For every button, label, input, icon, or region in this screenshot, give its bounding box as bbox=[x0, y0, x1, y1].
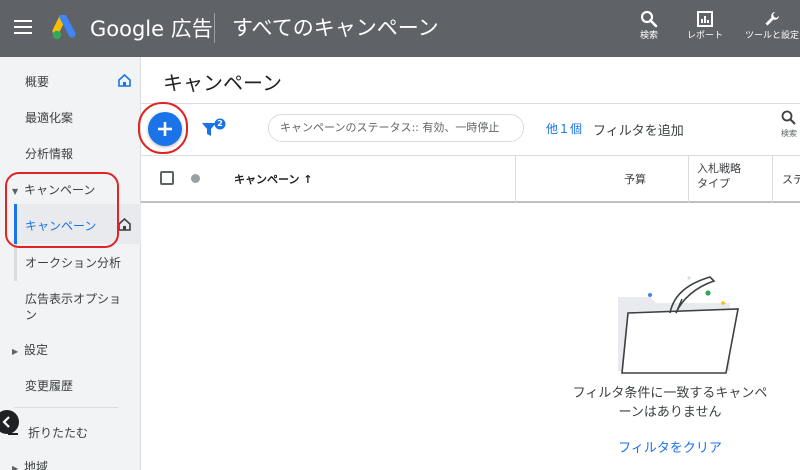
home-icon bbox=[118, 218, 131, 231]
sidebar-group-settings[interactable]: ▶ 設定 bbox=[0, 342, 141, 360]
column-header-bid-line1: 入札戦略 bbox=[697, 162, 741, 175]
header-tools-label: ツールと設定 bbox=[744, 31, 799, 41]
caret-right-icon: ▶ bbox=[12, 347, 19, 356]
column-separator bbox=[688, 156, 689, 202]
google-ads-logo-icon bbox=[52, 15, 76, 40]
column-header-campaign[interactable]: キャンペーン ↑ bbox=[234, 171, 313, 187]
sidebar-item-recommendations[interactable]: 最適化案 bbox=[0, 110, 141, 126]
select-all-checkbox[interactable] bbox=[160, 171, 174, 185]
header-tools-button[interactable]: ツールと設定 bbox=[744, 10, 800, 42]
sidebar-item-label: 最適化案 bbox=[25, 111, 74, 125]
table-search-label: 検索 bbox=[781, 129, 797, 138]
column-header-budget[interactable]: 予算 bbox=[624, 171, 646, 187]
filter-button[interactable]: 2 bbox=[201, 118, 227, 140]
status-filter-chip[interactable]: キャンペーンのステータス:: 有効、一時停止 bbox=[268, 114, 524, 142]
add-filter-button[interactable]: フィルタを追加 bbox=[593, 120, 684, 139]
sidebar-item-label: 折りたたむ bbox=[28, 426, 89, 440]
minus-icon bbox=[8, 432, 18, 435]
search-icon bbox=[781, 110, 796, 125]
header-report-button[interactable]: レポート bbox=[677, 10, 733, 42]
sidebar-item-label: 変更履歴 bbox=[25, 379, 74, 393]
status-dot-icon bbox=[191, 174, 200, 183]
caret-right-icon: ▶ bbox=[12, 464, 19, 470]
sidebar-item-collapse[interactable]: 折りたたむ bbox=[0, 425, 141, 441]
top-app-bar: Google 広告 すべてのキャンペーン 検索 レポート ツールと設定 bbox=[0, 0, 800, 57]
empty-state-line1: フィルタ条件に一致するキャンペ bbox=[572, 386, 768, 401]
sidebar-item-auction-insights[interactable]: オークション分析 bbox=[0, 255, 141, 271]
filter-count-badge: 2 bbox=[217, 119, 223, 128]
sidebar-group-locations[interactable]: ▶ 地域 bbox=[0, 459, 141, 470]
sidebar-item-label: 分析情報 bbox=[25, 147, 74, 161]
sidebar-item-label: 概要 bbox=[25, 75, 50, 89]
header-search-label: 検索 bbox=[639, 31, 658, 41]
sidebar-item-insights[interactable]: 分析情報 bbox=[0, 146, 141, 162]
search-icon bbox=[640, 10, 658, 28]
sidebar-item-ad-extensions[interactable]: 広告表示オプション bbox=[0, 291, 125, 323]
column-header-bid-strategy[interactable]: 入札戦略 タイプ bbox=[697, 161, 741, 191]
sidebar-divider bbox=[14, 407, 118, 408]
brand-name: Google 広告 bbox=[90, 17, 213, 41]
header-search-button[interactable]: 検索 bbox=[621, 10, 677, 42]
column-separator bbox=[772, 156, 773, 202]
home-icon bbox=[118, 74, 131, 87]
annotation-ring-campaigns bbox=[5, 172, 119, 248]
header-divider bbox=[214, 13, 215, 43]
annotation-ring-add-button bbox=[138, 102, 188, 154]
sidebar-item-label: 設定 bbox=[24, 343, 49, 357]
empty-state-line2: ーンはありません bbox=[618, 405, 722, 420]
page-title: キャンペーン bbox=[163, 71, 282, 95]
column-separator bbox=[515, 156, 516, 202]
column-header-status[interactable]: ステ bbox=[782, 171, 800, 187]
sidebar-item-label: 広告表示オプション bbox=[25, 292, 122, 322]
report-icon bbox=[697, 11, 713, 27]
clear-filter-link[interactable]: フィルタをクリア bbox=[565, 437, 775, 456]
menu-icon[interactable] bbox=[14, 20, 32, 34]
column-header-bid-line2: タイプ bbox=[697, 177, 730, 190]
sidebar-item-label: 地域 bbox=[24, 460, 49, 470]
header-report-label: レポート bbox=[686, 31, 723, 41]
empty-folder-illustration-icon bbox=[618, 276, 739, 374]
wrench-icon bbox=[765, 12, 779, 26]
page-heading: すべてのキャンペーン bbox=[232, 16, 439, 40]
sidebar-item-label: オークション分析 bbox=[25, 256, 122, 270]
more-filters-link[interactable]: 他１個 bbox=[546, 120, 582, 137]
sidebar-item-change-history[interactable]: 変更履歴 bbox=[0, 378, 141, 394]
sidebar-item-overview[interactable]: 概要 bbox=[0, 74, 141, 90]
table-search-button[interactable]: 検索 bbox=[778, 110, 800, 139]
empty-state-message: フィルタ条件に一致するキャンペ ーンはありません bbox=[565, 384, 775, 422]
